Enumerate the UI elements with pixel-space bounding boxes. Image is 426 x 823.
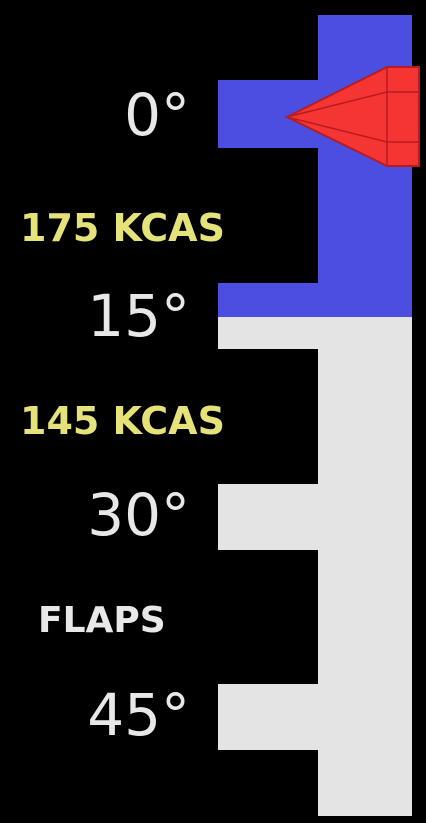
flap-indicator-panel: 0° 15° 30° 45° 175 KCAS 145 KCAS FLAPS	[0, 0, 426, 823]
speed-limit-label-lower: 145 KCAS	[20, 399, 225, 443]
flaps-title: FLAPS	[38, 600, 166, 641]
detent-tab-15	[218, 315, 320, 349]
detent-label-45: 45°	[87, 681, 190, 749]
detent-tab-30	[218, 484, 320, 550]
detent-label-15: 15°	[87, 282, 190, 350]
detent-label-30: 30°	[87, 481, 190, 549]
detent-label-0: 0°	[124, 81, 190, 149]
speed-limit-label-upper: 175 KCAS	[20, 206, 225, 250]
flap-track-lower	[318, 315, 412, 816]
detent-tab-15-upper	[218, 283, 320, 317]
detent-tab-45	[218, 684, 320, 750]
